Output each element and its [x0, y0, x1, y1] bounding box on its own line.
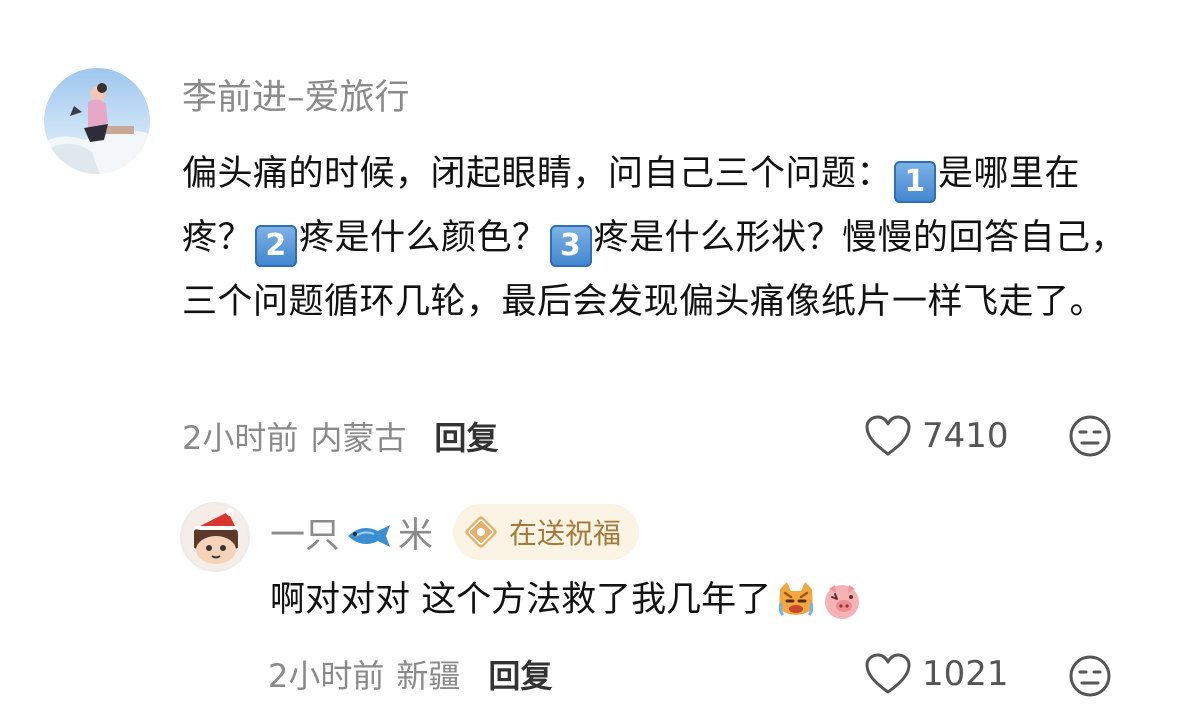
reply-text: 啊对对对 这个方法救了我几年了: [270, 572, 863, 628]
comment-text-part3: 疼是什么颜色？: [299, 218, 548, 258]
reply-author-name[interactable]: 一只 米: [270, 507, 433, 558]
reply-time: 2小时前: [268, 657, 385, 695]
reply-author-row: 一只 米 在送祝福: [270, 504, 640, 560]
badge-label: 在送祝福: [509, 517, 622, 550]
reply-author-prefix: 一只: [270, 515, 341, 556]
comment-time: 2小时前: [182, 419, 299, 457]
comment-author-name[interactable]: 李前进–爱旅行: [182, 74, 410, 122]
comment-text-part1: 偏头痛的时候，闭起眼睛，问自己三个问题：: [182, 154, 893, 194]
comment-text: 偏头痛的时候，闭起眼睛，问自己三个问题： 1 是哪里在疼？ 2 疼是什么颜色？ 3 疼是什么…: [182, 142, 1132, 334]
like-button[interactable]: 1021: [864, 648, 1009, 700]
reply-text-body: 啊对对对 这个方法救了我几年了: [270, 580, 772, 620]
status-badge[interactable]: 在送祝福: [453, 504, 640, 560]
reply-button[interactable]: 回复: [488, 651, 552, 697]
avatar[interactable]: [44, 68, 150, 174]
comment-item: 李前进–爱旅行 偏头痛的时候，闭起眼睛，问自己三个问题： 1 是哪里在疼？ 2 疼是什么…: [0, 0, 1178, 470]
pig-face-emoji: [825, 585, 860, 619]
like-count: 7410: [922, 416, 1009, 456]
like-count: 1021: [922, 654, 1009, 694]
reply-author-suffix: 米: [398, 515, 434, 556]
heart-outline-icon: [865, 415, 911, 456]
reply-meta: 2小时前 新疆 回复: [268, 648, 552, 700]
comment-location: 内蒙古: [310, 419, 407, 457]
heart-outline-icon: [865, 653, 911, 694]
comment-meta: 2小时前 内蒙古 回复: [182, 410, 498, 462]
avatar-photo-icon: [44, 83, 150, 174]
avatar-cartoon-icon: [194, 508, 238, 564]
reply-button[interactable]: 回复: [434, 413, 498, 459]
fish-icon: [348, 524, 391, 547]
keycap-3-icon: 3: [549, 225, 592, 267]
meh-face-icon[interactable]: [1068, 414, 1112, 458]
like-button[interactable]: 7410: [864, 410, 1009, 462]
avatar[interactable]: [180, 502, 250, 572]
keycap-2-icon: 2: [255, 225, 298, 267]
crying-cat-emoji: [778, 582, 814, 617]
meh-face-icon[interactable]: [1068, 654, 1112, 698]
keycap-1-icon: 1: [894, 161, 937, 203]
reply-location: 新疆: [396, 657, 461, 695]
blessing-icon: [465, 516, 497, 548]
